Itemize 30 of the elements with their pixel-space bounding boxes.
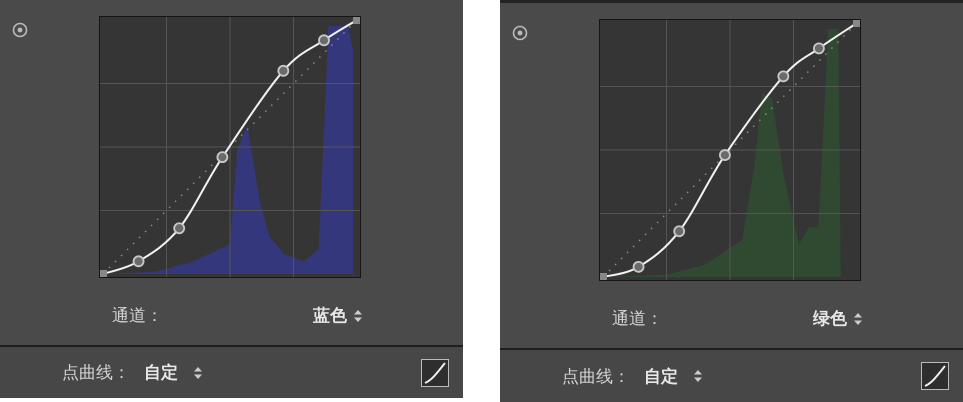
curve-point[interactable] <box>813 42 825 54</box>
curve-point[interactable] <box>277 64 290 77</box>
curve-point[interactable] <box>853 19 861 27</box>
channel-label: 通道： <box>112 305 163 327</box>
up-down-icon <box>354 310 362 322</box>
curve-point[interactable] <box>632 260 644 273</box>
curve-mode-button[interactable] <box>421 358 449 386</box>
curve-point[interactable] <box>216 151 228 164</box>
curve-point[interactable] <box>132 255 144 268</box>
curve-point[interactable] <box>173 222 186 234</box>
target-icon[interactable] <box>12 22 28 38</box>
curve-point[interactable] <box>673 225 686 238</box>
curve-mode-button[interactable] <box>921 362 949 390</box>
curve-point[interactable] <box>99 270 107 278</box>
curve-point[interactable] <box>719 149 731 161</box>
channel-dropdown[interactable]: 绿色 <box>813 307 862 330</box>
point-curve-label: 点曲线： <box>562 366 630 388</box>
channel-dropdown[interactable]: 蓝色 <box>313 304 362 327</box>
point-curve-label: 点曲线： <box>62 362 130 384</box>
curve-point[interactable] <box>777 70 790 82</box>
curve-point[interactable] <box>599 273 607 281</box>
point-curve-dropdown[interactable]: 自定 <box>644 364 702 388</box>
up-down-icon <box>854 312 862 324</box>
target-icon[interactable] <box>512 25 528 41</box>
curve-point[interactable] <box>318 34 330 46</box>
point-curve-dropdown[interactable]: 自定 <box>144 361 202 384</box>
channel-label: 通道： <box>612 308 663 330</box>
up-down-icon <box>694 370 702 382</box>
curve-point[interactable] <box>353 16 361 24</box>
up-down-icon <box>194 366 202 378</box>
